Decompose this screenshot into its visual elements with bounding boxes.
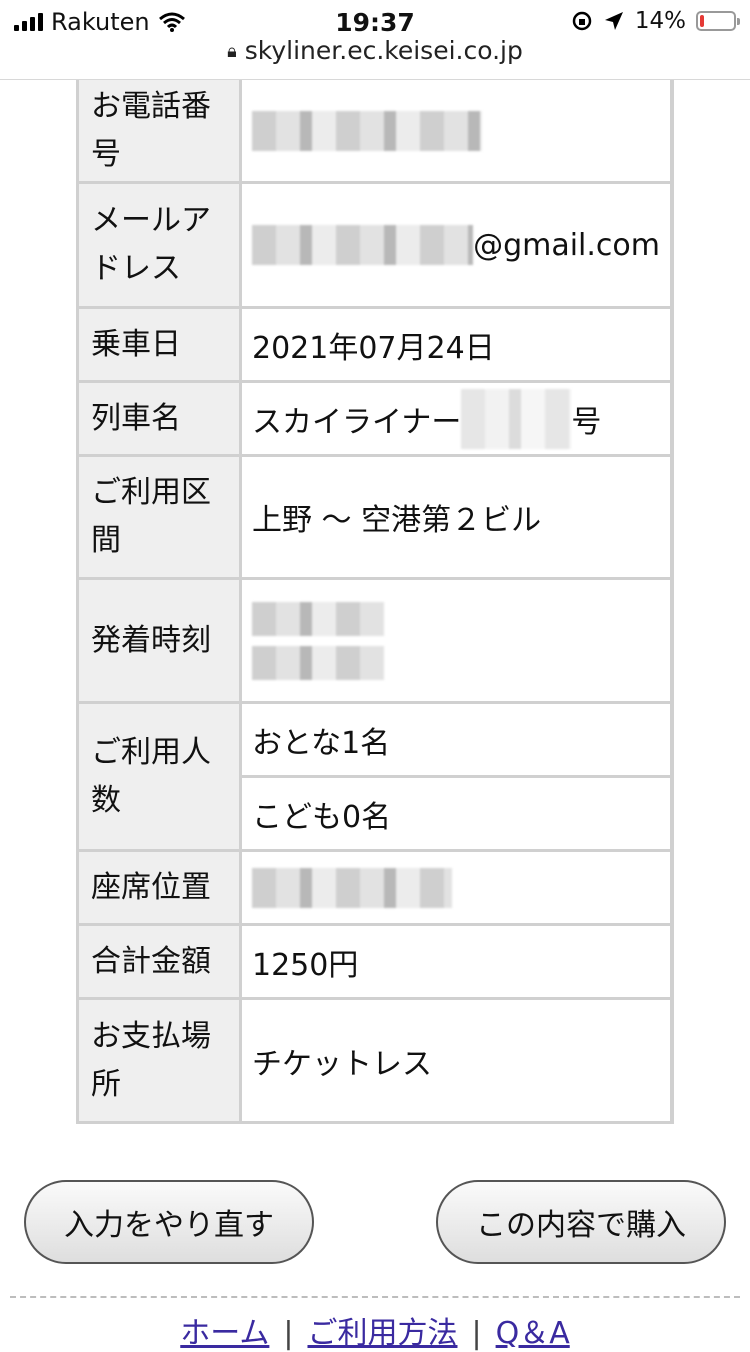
train-name: スカイライナー bbox=[252, 404, 462, 440]
children-value: こども0名 bbox=[242, 778, 670, 849]
total-value: 1250円 bbox=[242, 926, 670, 997]
status-bar: Rakuten 19:37 14% 🔒︎ skyliner.ec.keisei.c… bbox=[0, 0, 750, 80]
purchase-button[interactable]: この内容で購入 bbox=[436, 1180, 726, 1264]
email-value: @gmail.com bbox=[242, 184, 670, 306]
url-bar[interactable]: 🔒︎ skyliner.ec.keisei.co.jp bbox=[0, 36, 750, 65]
train-number-redacted bbox=[461, 388, 572, 449]
row-passengers: ご利用人数 おとな1名 こども0名 bbox=[76, 704, 674, 849]
payment-value: チケットレス bbox=[242, 1000, 670, 1121]
confirmation-table: お電話番号 メールアドレス @gmail.com 乗車日 2021年07月24日… bbox=[76, 80, 674, 1124]
time-label: 発着時刻 bbox=[79, 580, 239, 701]
row-phone: お電話番号 bbox=[76, 80, 674, 181]
train-suffix: 号 bbox=[571, 404, 602, 440]
date-label: 乗車日 bbox=[79, 309, 239, 380]
date-value: 2021年07月24日 bbox=[242, 309, 670, 380]
seat-redacted bbox=[252, 867, 452, 908]
row-seat: 座席位置 bbox=[76, 852, 674, 923]
footer-divider bbox=[10, 1296, 740, 1298]
payment-label: お支払場所 bbox=[79, 1000, 239, 1121]
redo-input-button[interactable]: 入力をやり直す bbox=[24, 1180, 314, 1264]
time-value bbox=[242, 580, 670, 701]
row-time: 発着時刻 bbox=[76, 580, 674, 701]
row-date: 乗車日 2021年07月24日 bbox=[76, 309, 674, 380]
departure-time-redacted bbox=[252, 601, 384, 636]
location-arrow-icon bbox=[604, 12, 623, 30]
row-total: 合計金額 1250円 bbox=[76, 926, 674, 997]
lock-icon: 🔒︎ bbox=[227, 41, 237, 62]
phone-label: お電話番号 bbox=[79, 80, 239, 181]
battery-icon bbox=[696, 11, 740, 31]
url-text: skyliner.ec.keisei.co.jp bbox=[244, 36, 523, 65]
email-domain: @gmail.com bbox=[473, 227, 660, 263]
train-label: 列車名 bbox=[79, 383, 239, 454]
train-value: スカイライナー 号 bbox=[242, 383, 670, 454]
footer-nav: ホーム | ご利用方法 | Q＆A bbox=[0, 1308, 750, 1352]
adults-value: おとな1名 bbox=[242, 704, 670, 775]
phone-redacted bbox=[252, 110, 482, 151]
battery-level bbox=[700, 15, 704, 27]
passengers-label: ご利用人数 bbox=[79, 704, 239, 849]
email-label: メールアドレス bbox=[79, 184, 239, 306]
seat-label: 座席位置 bbox=[79, 852, 239, 923]
row-train: 列車名 スカイライナー 号 bbox=[76, 383, 674, 454]
battery-percent: 14% bbox=[634, 8, 686, 34]
row-payment: お支払場所 チケットレス bbox=[76, 1000, 674, 1121]
row-section: ご利用区間 上野 〜 空港第２ビル bbox=[76, 457, 674, 577]
total-label: 合計金額 bbox=[79, 926, 239, 997]
orientation-lock-icon bbox=[572, 11, 592, 31]
email-redacted bbox=[252, 225, 474, 265]
row-email: メールアドレス @gmail.com bbox=[76, 184, 674, 306]
status-icons: 14% bbox=[571, 8, 740, 34]
arrival-time-redacted bbox=[252, 645, 384, 680]
seat-value bbox=[242, 852, 670, 923]
section-label: ご利用区間 bbox=[79, 457, 239, 577]
phone-value bbox=[242, 80, 670, 181]
section-value: 上野 〜 空港第２ビル bbox=[242, 457, 670, 577]
